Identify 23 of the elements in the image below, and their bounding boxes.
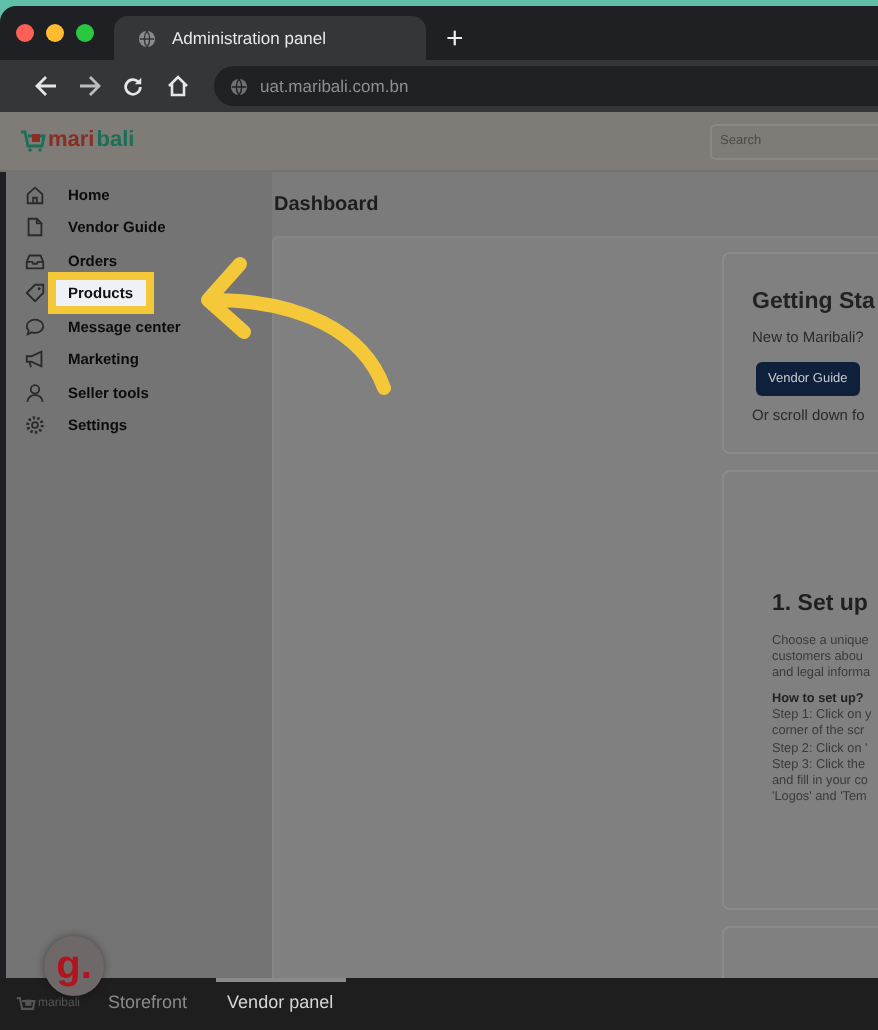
inbox-icon (24, 249, 46, 272)
page-title: Dashboard (272, 192, 381, 220)
browser-tab[interactable]: Administration panel (114, 16, 426, 60)
new-tab-button[interactable]: + (426, 24, 464, 60)
maximize-window-dot[interactable] (76, 24, 94, 42)
card-title: Getting Sta (752, 288, 877, 318)
back-button[interactable] (30, 71, 60, 101)
globe-icon (138, 29, 156, 47)
bottom-tab[interactable]: Storefront (108, 978, 188, 1030)
person-icon (24, 381, 46, 404)
gear-icon (24, 414, 46, 437)
address-bar[interactable]: uat.maribali.com.bn (214, 66, 878, 106)
minimize-window-dot[interactable] (46, 24, 64, 42)
bottom-tab[interactable]: Vendor panel (215, 978, 346, 1030)
megaphone-icon (24, 348, 46, 371)
home-icon (24, 183, 46, 206)
document-icon (24, 216, 46, 239)
globe-icon (230, 77, 248, 95)
forward-button[interactable] (74, 71, 104, 101)
chat-icon (24, 315, 46, 338)
tag-icon (24, 282, 46, 305)
card-title: 1. Set up (772, 589, 870, 619)
close-window-dot[interactable] (16, 24, 34, 42)
